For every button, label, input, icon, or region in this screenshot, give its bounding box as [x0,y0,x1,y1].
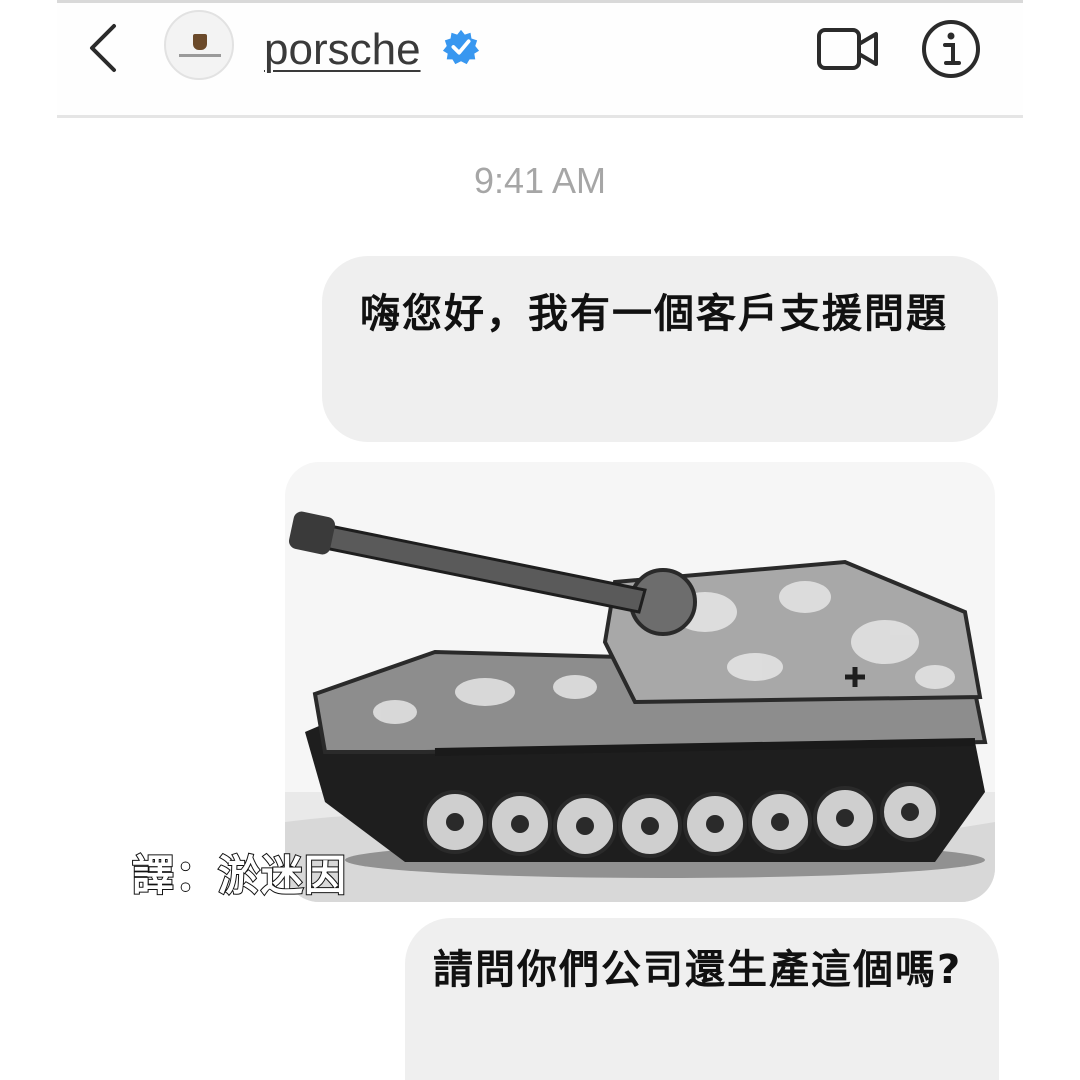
porsche-logo-icon [193,34,207,50]
message-bubble[interactable]: 嗨您好，我有一個客戶支援問題 [322,256,998,442]
verified-badge-icon [442,29,480,65]
dm-screen: porsche 9:41 AM 嗨您好，我有一個客戶支援問題 譯：淤迷因 請問你… [0,0,1080,1080]
username[interactable]: porsche [264,20,421,80]
info-icon[interactable] [920,18,982,80]
avatar[interactable] [164,10,234,80]
logo-wordmark [179,54,221,57]
divider [57,0,1023,3]
message-timestamp: 9:41 AM [473,160,607,201]
translator-watermark: 譯：淤迷因 [131,850,348,901]
video-camera-icon[interactable] [816,24,880,74]
message-text: 嗨您好，我有一個客戶支援問題 [360,291,948,337]
image-message[interactable] [285,462,995,902]
message-text: 請問你們公司還生產這個嗎? [433,947,963,993]
message-bubble[interactable]: 請問你們公司還生產這個嗎? [405,918,999,1080]
tank-photo [285,511,995,902]
chevron-left-icon[interactable] [84,22,124,74]
